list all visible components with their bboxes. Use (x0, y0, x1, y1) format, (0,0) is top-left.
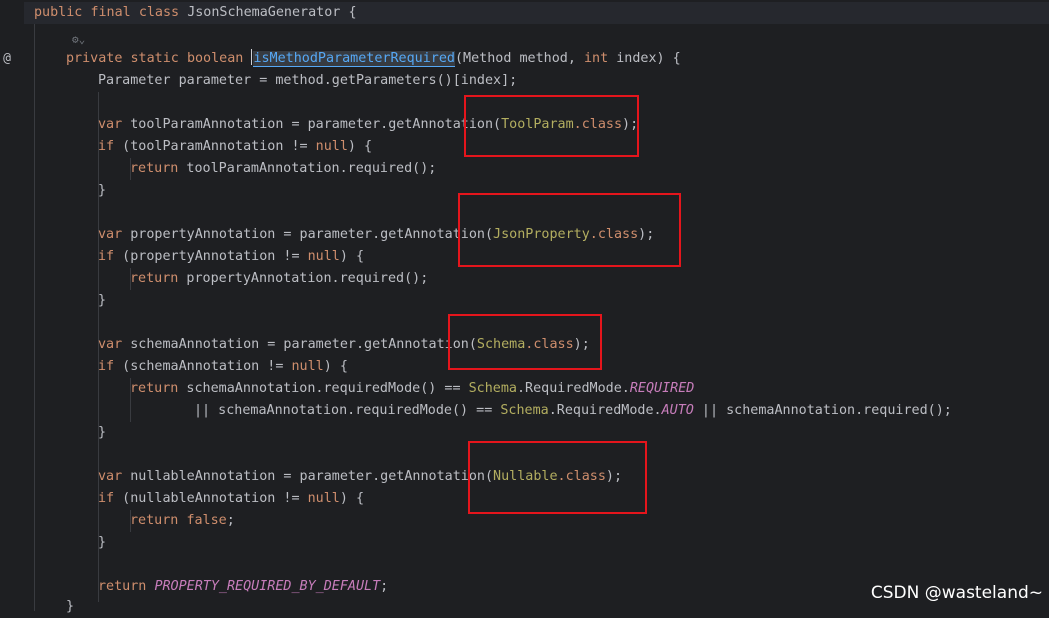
override-gutter-icon[interactable]: @ (0, 49, 14, 69)
code-line: return PROPERTY_REQUIRED_BY_DEFAULT; (98, 579, 389, 594)
code-line: return schemaAnnotation.requiredMode() =… (130, 381, 695, 396)
code-line: } (66, 599, 75, 614)
highlight-box-jsonproperty (458, 193, 681, 267)
indent-guide (34, 24, 35, 611)
highlight-box-schema (448, 314, 602, 370)
code-line: } (98, 293, 107, 308)
editor-gutter: @ (0, 0, 24, 611)
code-line: private static boolean isMethodParameter… (66, 49, 681, 67)
highlight-box-nullable (468, 441, 647, 514)
code-line: } (98, 425, 107, 440)
code-line: return false; (130, 513, 235, 528)
fold-hint-icon[interactable]: ⚙⌄ (72, 32, 85, 48)
code-line: Parameter parameter = method.getParamete… (98, 73, 518, 88)
code-editor[interactable]: ⚙⌄ public final class JsonSchemaGenerato… (24, 0, 1049, 614)
code-line: if (nullableAnnotation != null) { (98, 491, 365, 506)
code-line: if (schemaAnnotation != null) { (98, 359, 348, 374)
code-line: } (98, 535, 107, 550)
highlight-box-toolparam (464, 95, 639, 157)
watermark: CSDN @wasteland~ (870, 583, 1043, 603)
code-line: public final class JsonSchemaGenerator { (24, 2, 1049, 24)
code-line: || schemaAnnotation.requiredMode() == Sc… (194, 403, 952, 418)
code-line: } (98, 183, 107, 198)
method-name: isMethodParameterRequired (253, 51, 455, 67)
code-line: return propertyAnnotation.required(); (130, 271, 429, 286)
code-line: if (toolParamAnnotation != null) { (98, 139, 373, 154)
code-line: return toolParamAnnotation.required(); (130, 161, 437, 176)
code-line: if (propertyAnnotation != null) { (98, 249, 365, 264)
